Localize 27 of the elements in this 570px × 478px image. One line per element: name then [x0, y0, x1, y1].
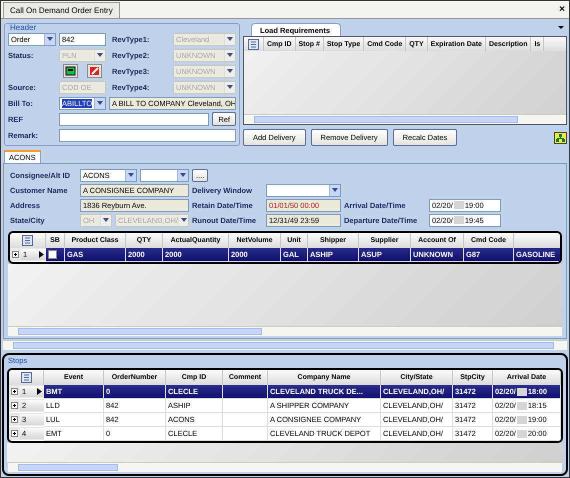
column-chooser-icon[interactable]: [20, 372, 32, 383]
expand-icon[interactable]: [11, 430, 18, 437]
network-icon[interactable]: [554, 132, 567, 144]
column-chooser-icon[interactable]: [22, 235, 33, 246]
ref-field[interactable]: [59, 112, 210, 126]
horizontal-scrollbar[interactable]: [8, 462, 562, 472]
table-cell: [223, 399, 268, 413]
expand-icon[interactable]: [12, 251, 19, 258]
panel-legend: Header: [10, 23, 36, 32]
row-pointer-icon: [39, 251, 44, 258]
pencil-icon[interactable]: [86, 64, 102, 78]
row-pointer-icon: [37, 388, 42, 395]
expand-icon[interactable]: [11, 388, 18, 395]
expand-icon[interactable]: [11, 402, 18, 409]
horizontal-scrollbar[interactable]: [244, 114, 566, 124]
table-cell: [223, 385, 268, 399]
horizontal-scrollbar[interactable]: [8, 326, 562, 336]
column-chooser-icon[interactable]: [248, 38, 259, 50]
horizontal-scrollbar[interactable]: [3, 340, 567, 350]
alt-id-combo[interactable]: [140, 168, 189, 182]
expand-icon[interactable]: [11, 416, 18, 423]
close-button[interactable]: ×: [559, 4, 565, 15]
checkbox[interactable]: [48, 250, 57, 259]
document-tab[interactable]: Call On Demand Order Entry: [3, 2, 120, 18]
table-cell: [223, 413, 268, 427]
delivery-window-combo[interactable]: [266, 184, 341, 196]
remark-field[interactable]: [59, 128, 236, 142]
